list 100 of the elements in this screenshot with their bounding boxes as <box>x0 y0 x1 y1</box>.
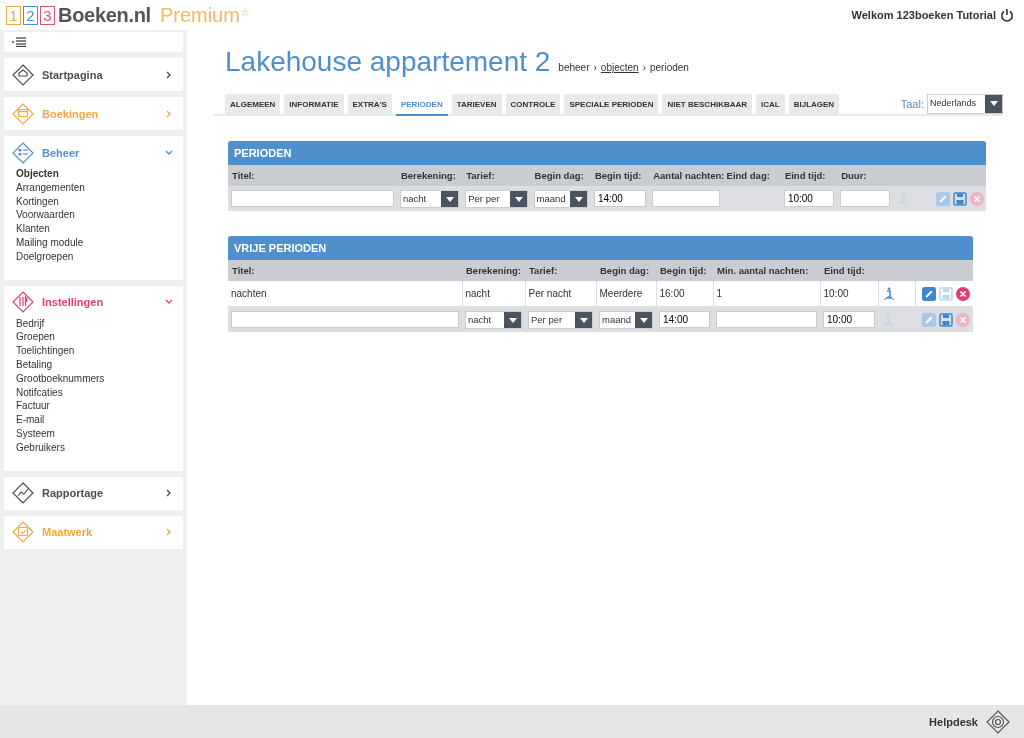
sidebar-item[interactable]: Toelichtingen <box>16 344 183 358</box>
logo-digit: 2 <box>23 5 38 25</box>
logo-name: Boeken.nl <box>58 3 151 27</box>
column-header: Titel: <box>232 170 255 181</box>
chevron-right-icon[interactable] <box>165 70 173 79</box>
sidebar-item[interactable]: Betaling <box>16 357 183 372</box>
breadcrumb-text: perioden <box>650 62 689 73</box>
tab[interactable]: BIJLAGEN <box>788 94 840 116</box>
dropdown[interactable]: Per per <box>528 310 593 329</box>
column-header: Begin tijd: <box>660 265 707 276</box>
sidebar-item[interactable]: Arrangementen <box>16 180 183 195</box>
tab[interactable]: SPECIALE PERIODEN <box>564 94 659 116</box>
tab[interactable]: NIET BESCHIKBAAR <box>662 94 752 116</box>
sidebar-item[interactable]: Klanten <box>16 222 183 236</box>
input-field[interactable]: 14:00 <box>659 311 710 328</box>
sidebar-item[interactable]: Objecten <box>16 167 183 181</box>
info-icon[interactable] <box>881 286 896 301</box>
language-label: Taal: <box>900 98 924 110</box>
table-cell: 16:00 <box>659 288 685 299</box>
column-header: Tarief: <box>466 170 495 181</box>
calendar-icon <box>12 521 34 544</box>
sidebar-item[interactable]: Grootboeknummers <box>16 371 183 386</box>
column-header: Begin dag: <box>534 170 584 181</box>
welcome-text: Welkom 123boeken Tutorial <box>851 9 996 21</box>
panel-title: VRIJE PERIODEN <box>228 236 973 260</box>
chevron-down-icon[interactable] <box>165 148 173 157</box>
column-header: Titel: <box>232 265 255 276</box>
window-icon <box>12 102 34 125</box>
column-header: Berekening: <box>400 170 456 181</box>
language-dropdown[interactable]: Nederlands <box>927 94 1003 114</box>
input-field[interactable]: 10:00 <box>783 190 835 207</box>
premium-label: Premium <box>159 3 240 27</box>
tab[interactable]: EXTRA'S <box>347 94 392 116</box>
column-header: Berekening: <box>466 265 521 276</box>
dropdown[interactable]: maand <box>599 310 653 329</box>
cutlery-icon <box>12 291 34 314</box>
dropdown[interactable]: Per per <box>465 189 528 208</box>
column-header: Begin dag: <box>600 265 650 276</box>
sidebar-item[interactable]: Notifcaties <box>16 385 183 400</box>
sidebar-section-link[interactable]: Instellingen <box>42 296 165 309</box>
power-icon[interactable] <box>1000 8 1014 22</box>
list-icon <box>12 141 34 164</box>
chevron-right-icon[interactable] <box>165 489 173 498</box>
lifebuoy-icon[interactable] <box>986 709 1010 734</box>
column-header: Eind tijd: <box>824 265 865 276</box>
tab[interactable]: TARIEVEN <box>451 94 502 116</box>
dropdown[interactable]: nacht <box>465 310 522 329</box>
dropdown[interactable]: maand <box>533 189 588 208</box>
sidebar-item[interactable]: Groepen <box>16 330 183 345</box>
tab[interactable]: CONTROLE <box>505 94 561 116</box>
column-header: Eind tijd: <box>784 170 826 181</box>
save-icon[interactable] <box>952 191 967 206</box>
column-header: Begin tijd: <box>594 170 642 181</box>
column-header: Aantal nachten: <box>653 170 725 181</box>
table-cell: Meerdere <box>599 288 643 299</box>
sidebar-item[interactable]: Voorwaarden <box>16 208 183 223</box>
input-field[interactable]: 14:00 <box>593 190 647 207</box>
helpdesk-link[interactable]: Helpdesk <box>929 715 978 728</box>
sidebar-item[interactable]: Gebruikers <box>16 440 183 455</box>
breadcrumb-separator: › <box>642 62 646 73</box>
delete-icon[interactable] <box>955 286 970 301</box>
save-icon[interactable] <box>939 312 953 327</box>
panel-title: PERIODEN <box>228 141 986 165</box>
input-field[interactable] <box>652 190 720 207</box>
breadcrumb-link[interactable]: objecten <box>600 62 639 73</box>
tab[interactable]: ICAL <box>756 94 785 116</box>
input-field[interactable] <box>231 311 459 328</box>
edit-icon[interactable] <box>921 286 936 301</box>
input-field[interactable] <box>231 190 394 207</box>
house-icon <box>12 63 34 86</box>
sidebar-section-link[interactable]: Startpagina <box>42 68 165 81</box>
tab[interactable]: INFORMATIE <box>284 94 344 116</box>
sidebar-item[interactable]: Bedrijf <box>16 316 183 331</box>
column-header: Min. aantal nachten: <box>717 265 809 276</box>
logo-digit: 1 <box>6 5 21 25</box>
column-header: Duur: <box>841 170 867 181</box>
menu-icon[interactable] <box>12 37 26 47</box>
table-cell: nachten <box>231 288 267 299</box>
sidebar-item[interactable]: Kortingen <box>16 194 183 209</box>
breadcrumb-separator: › <box>593 62 597 73</box>
table-cell: 1 <box>716 288 723 299</box>
star-icon: ☆ <box>239 5 250 19</box>
dropdown[interactable]: nacht <box>399 189 460 208</box>
table-cell: nacht <box>465 288 490 299</box>
sidebar-item[interactable]: E-mail <box>16 413 183 427</box>
sidebar-item[interactable]: Mailing module <box>16 236 183 250</box>
sidebar-item[interactable]: Systeem <box>16 426 183 441</box>
logo-digit: 3 <box>40 5 55 25</box>
chart-line-icon <box>12 482 34 505</box>
column-header: Tarief: <box>529 265 558 276</box>
input-field[interactable]: 10:00 <box>823 311 875 328</box>
page-title: Lakehouse appartement 2 <box>225 46 551 78</box>
sidebar-item[interactable]: Doelgroepen <box>16 249 183 264</box>
sidebar-item[interactable]: Factuur <box>16 399 183 414</box>
input-field[interactable] <box>716 311 817 328</box>
table-cell: Per nacht <box>528 288 572 299</box>
sidebar-section-link[interactable]: Rapportage <box>42 487 165 500</box>
input-field[interactable] <box>840 190 891 207</box>
table-cell: 10:00 <box>823 288 849 299</box>
tab[interactable]: ALGEMEEN <box>225 94 281 116</box>
